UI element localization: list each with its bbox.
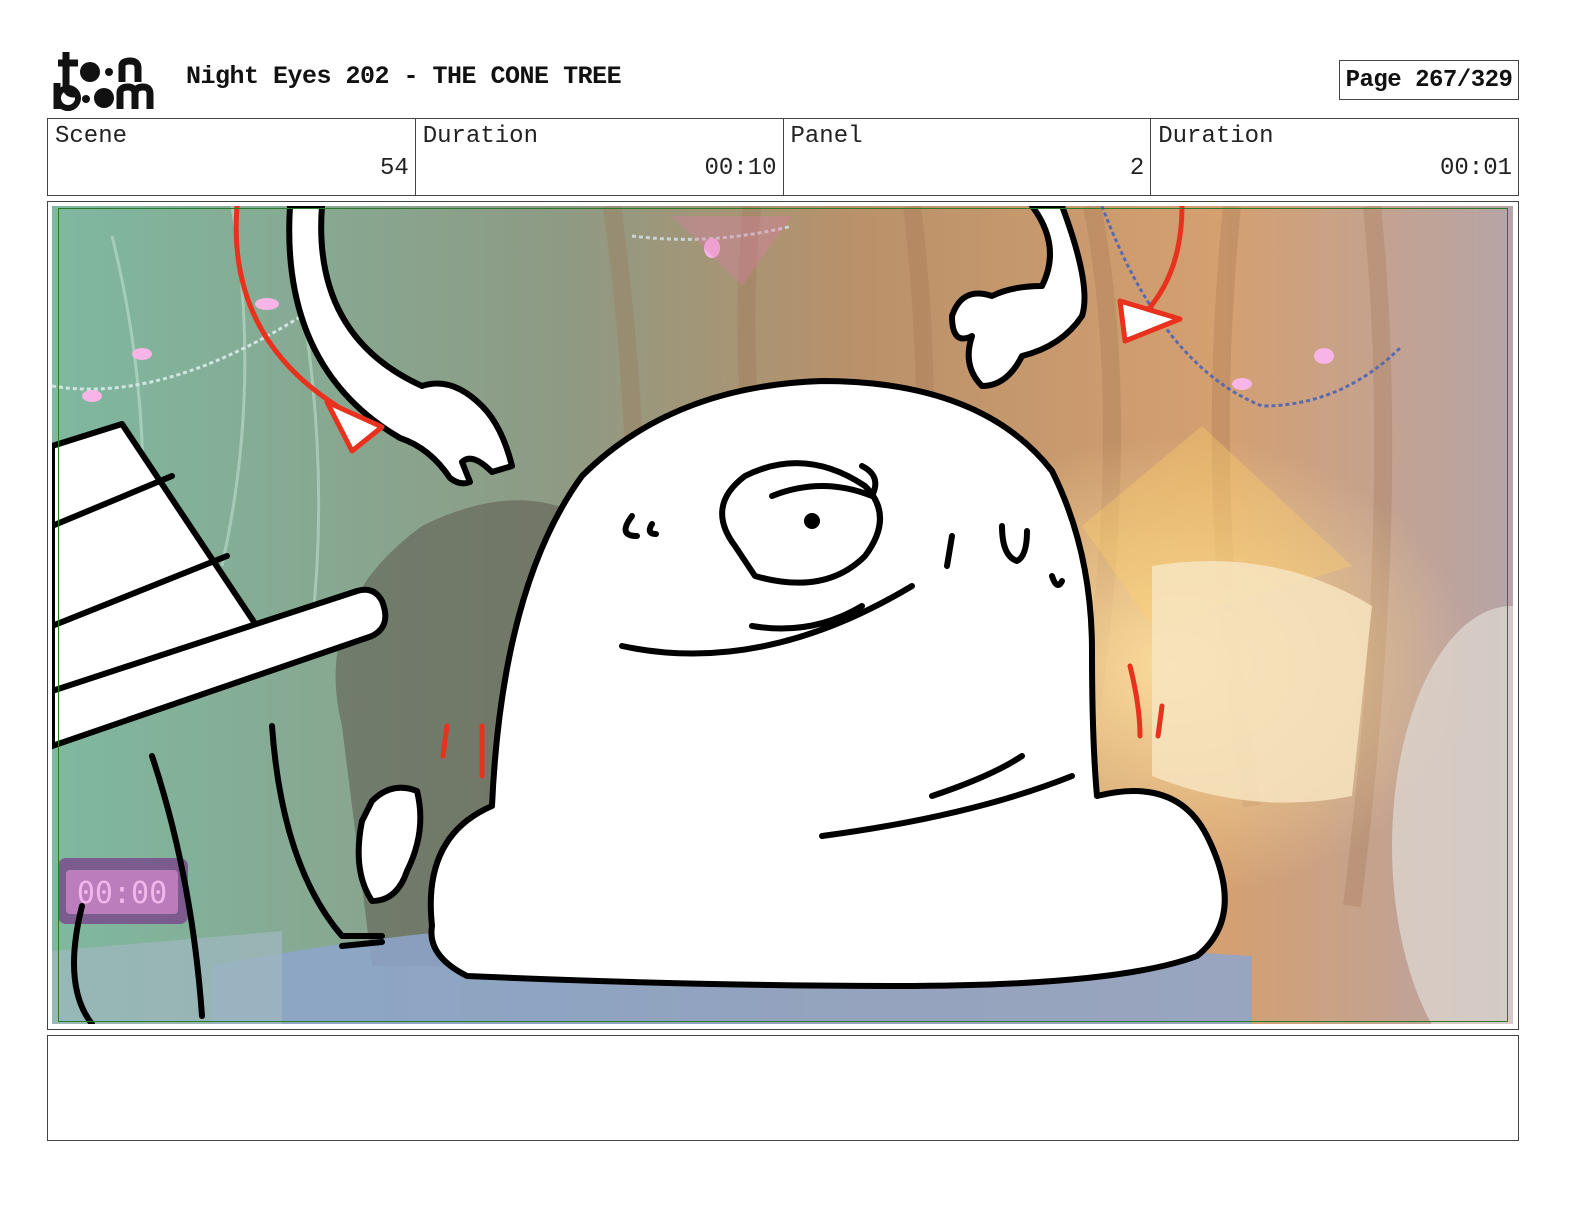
scene-duration-value: 00:10 — [704, 155, 777, 182]
page-number: Page 267/329 — [1339, 60, 1519, 100]
scene-duration-cell: Duration 00:10 — [416, 119, 784, 195]
storyboard-panel: 00:00 — [47, 201, 1519, 1030]
clock-readout: 00:00 — [77, 876, 167, 911]
scene-cell: Scene 54 — [48, 119, 416, 195]
document-title: Night Eyes 202 - THE CONE TREE — [186, 62, 622, 91]
panel-duration-value: 00:01 — [1439, 155, 1512, 182]
panel-drawing: 00:00 — [52, 206, 1513, 1024]
scene-info-table: Scene 54 Duration 00:10 Panel 2 Duration… — [47, 118, 1519, 196]
panel-label: Panel — [790, 123, 863, 150]
toon-boom-logo — [53, 52, 154, 111]
scene-label: Scene — [55, 123, 128, 150]
scene-value: 54 — [379, 155, 409, 182]
scene-duration-label: Duration — [422, 123, 538, 150]
panel-duration-label: Duration — [1158, 123, 1274, 150]
panel-cell: Panel 2 — [784, 119, 1152, 195]
action-notes-box[interactable] — [47, 1035, 1519, 1141]
panel-value: 2 — [1129, 155, 1145, 182]
panel-duration-cell: Duration 00:01 — [1151, 119, 1518, 195]
